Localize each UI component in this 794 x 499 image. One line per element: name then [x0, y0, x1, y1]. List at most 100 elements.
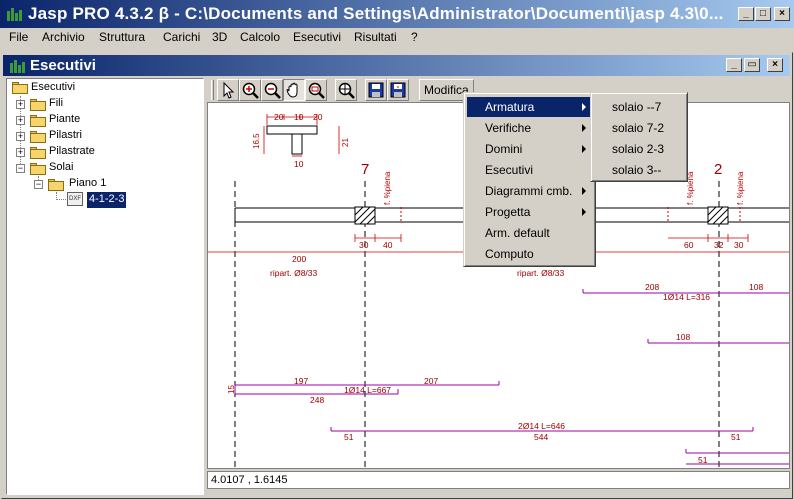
save-icon[interactable] [365, 79, 387, 101]
menu-item-label: Diagrammi cmb. [485, 184, 573, 198]
child-minimize-button[interactable]: _ [726, 58, 742, 72]
menu-item-esecutivi[interactable]: Esecutivi [467, 160, 594, 180]
submenu-item-solaio[interactable]: solaio 3-- [594, 160, 686, 180]
submenu-arrow-icon [582, 208, 586, 216]
menu-item-label: Computo [485, 247, 534, 261]
zoom-out-icon[interactable] [261, 79, 283, 101]
menu-bar: File Archivio Struttura Carichi 3D Calco… [0, 28, 794, 47]
bar-label: 544 [534, 432, 549, 442]
maximize-button[interactable]: □ [755, 7, 771, 21]
submenu-item-solaio[interactable]: solaio 2-3 [594, 139, 686, 159]
dim-32: 32 [714, 240, 724, 250]
child-app-icon [9, 58, 27, 74]
dim-30b: 30 [734, 240, 744, 250]
ripart-label: ripart. Ø8/33 [270, 268, 318, 278]
axis-label-7: 7 [361, 161, 370, 178]
menu-help[interactable]: ? [411, 30, 418, 44]
folder-open-icon [30, 163, 46, 175]
folder-icon [30, 115, 46, 127]
tree-item-fili[interactable]: Fili [49, 97, 63, 113]
app-title: Jasp PRO 4.3.2 β - C:\Documents and Sett… [28, 4, 724, 23]
submenu-arrow-icon [582, 145, 586, 153]
pan-hand-icon[interactable] [283, 79, 305, 101]
dim-40: 40 [383, 240, 393, 250]
dim-60: 60 [684, 240, 694, 250]
menu-item-diagrammi[interactable]: Diagrammi cmb. [467, 181, 594, 201]
bar-label: 51 [344, 432, 354, 442]
fascia-label: f. %piena [736, 171, 745, 205]
fascia-label: f. %piena [383, 171, 392, 205]
folder-open-icon [48, 179, 64, 191]
menu-esecutivi[interactable]: Esecutivi [293, 30, 341, 44]
minimize-button[interactable]: _ [738, 7, 754, 21]
menu-item-domini[interactable]: Domini [467, 139, 594, 159]
menu-calcolo[interactable]: Calcolo [240, 30, 280, 44]
menu-item-label: Arm. default [485, 226, 550, 240]
collapse-icon[interactable]: − [34, 180, 43, 189]
close-button[interactable]: × [774, 7, 790, 21]
menu-item-label: Armatura [485, 100, 535, 114]
file-icon: DXF [67, 192, 83, 206]
dim-200: 200 [292, 254, 307, 264]
save-as-icon[interactable] [387, 79, 409, 101]
bar-label: 207 [424, 376, 439, 386]
folder-icon [30, 99, 46, 111]
child-restore-button[interactable]: ▭ [744, 58, 760, 72]
tree-item-esecutivi[interactable]: Esecutivi [31, 81, 75, 97]
coordinates-readout: 4.0107 , 1.6145 [207, 471, 790, 489]
menu-item-verifiche[interactable]: Verifiche [467, 118, 594, 138]
tree-item-piante[interactable]: Piante [49, 113, 80, 129]
pointer-icon[interactable] [217, 79, 239, 101]
expand-icon[interactable]: + [16, 132, 25, 141]
menu-item-computo[interactable]: Computo [467, 244, 594, 264]
menu-archivio[interactable]: Archivio [42, 30, 85, 44]
section-dim-top-1: 20 [274, 112, 284, 122]
submenu-arrow-icon [582, 103, 586, 111]
submenu-arrow-icon [582, 187, 586, 195]
app-title-bar[interactable]: Jasp PRO 4.3.2 β - C:\Documents and Sett… [0, 0, 794, 28]
app-icon [6, 6, 24, 22]
ripart-label: ripart. Ø8/33 [517, 268, 565, 278]
expand-icon[interactable]: + [16, 148, 25, 157]
section-dim-left: 16.5 [252, 133, 261, 149]
bar-label: 208 [645, 282, 660, 292]
menu-struttura[interactable]: Struttura [99, 30, 145, 44]
armatura-submenu: solaio --7 solaio 7-2 solaio 2-3 solaio … [590, 92, 688, 182]
bar-label: 197 [294, 376, 309, 386]
tree-item-pilastrate[interactable]: Pilastrate [49, 145, 95, 161]
menu-item-armatura[interactable]: Armatura [467, 97, 594, 117]
child-title-bar[interactable]: Esecutivi _ ▭ × [3, 55, 790, 76]
axis-label-2: 2 [714, 161, 723, 178]
submenu-item-solaio[interactable]: solaio --7 [594, 97, 686, 117]
collapse-icon[interactable]: − [16, 164, 25, 173]
tree-item-pilastri[interactable]: Pilastri [49, 129, 82, 145]
tree-item-solai[interactable]: Solai [49, 161, 73, 177]
menu-3d[interactable]: 3D [212, 30, 227, 44]
bar-label: 1Ø14 L=667 [344, 385, 392, 395]
menu-item-arm-default[interactable]: Arm. default [467, 223, 594, 243]
tree-view[interactable]: Esecutivi + Fili + Piante + Pilastri + P… [6, 78, 204, 495]
tree-item-piano-1[interactable]: Piano 1 [69, 177, 106, 193]
tree-item-selected[interactable]: 4-1-2-3 [87, 192, 127, 208]
bar-label: 2Ø14 L=646 [518, 421, 566, 431]
expand-icon[interactable]: + [16, 100, 25, 109]
dim-30: 30 [359, 240, 369, 250]
submenu-item-solaio[interactable]: solaio 7-2 [594, 118, 686, 138]
zoom-in-icon[interactable] [239, 79, 261, 101]
menu-item-label: Domini [485, 142, 523, 156]
zoom-extents-icon[interactable] [335, 79, 357, 101]
child-close-button[interactable]: × [767, 58, 783, 72]
menu-carichi[interactable]: Carichi [163, 30, 200, 44]
bar-label: 15 [227, 385, 236, 394]
child-title: Esecutivi [30, 57, 96, 74]
section-dim-top-3: 20 [313, 112, 323, 122]
menu-item-label: Verifiche [485, 121, 532, 135]
folder-icon [12, 82, 28, 94]
zoom-window-icon[interactable] [305, 79, 327, 101]
menu-file[interactable]: File [9, 30, 28, 44]
bar-label: 51 [698, 455, 708, 465]
menu-item-label: Esecutivi [485, 163, 534, 177]
expand-icon[interactable]: + [16, 116, 25, 125]
menu-risultati[interactable]: Risultati [354, 30, 397, 44]
menu-item-progetta[interactable]: Progetta [467, 202, 594, 222]
